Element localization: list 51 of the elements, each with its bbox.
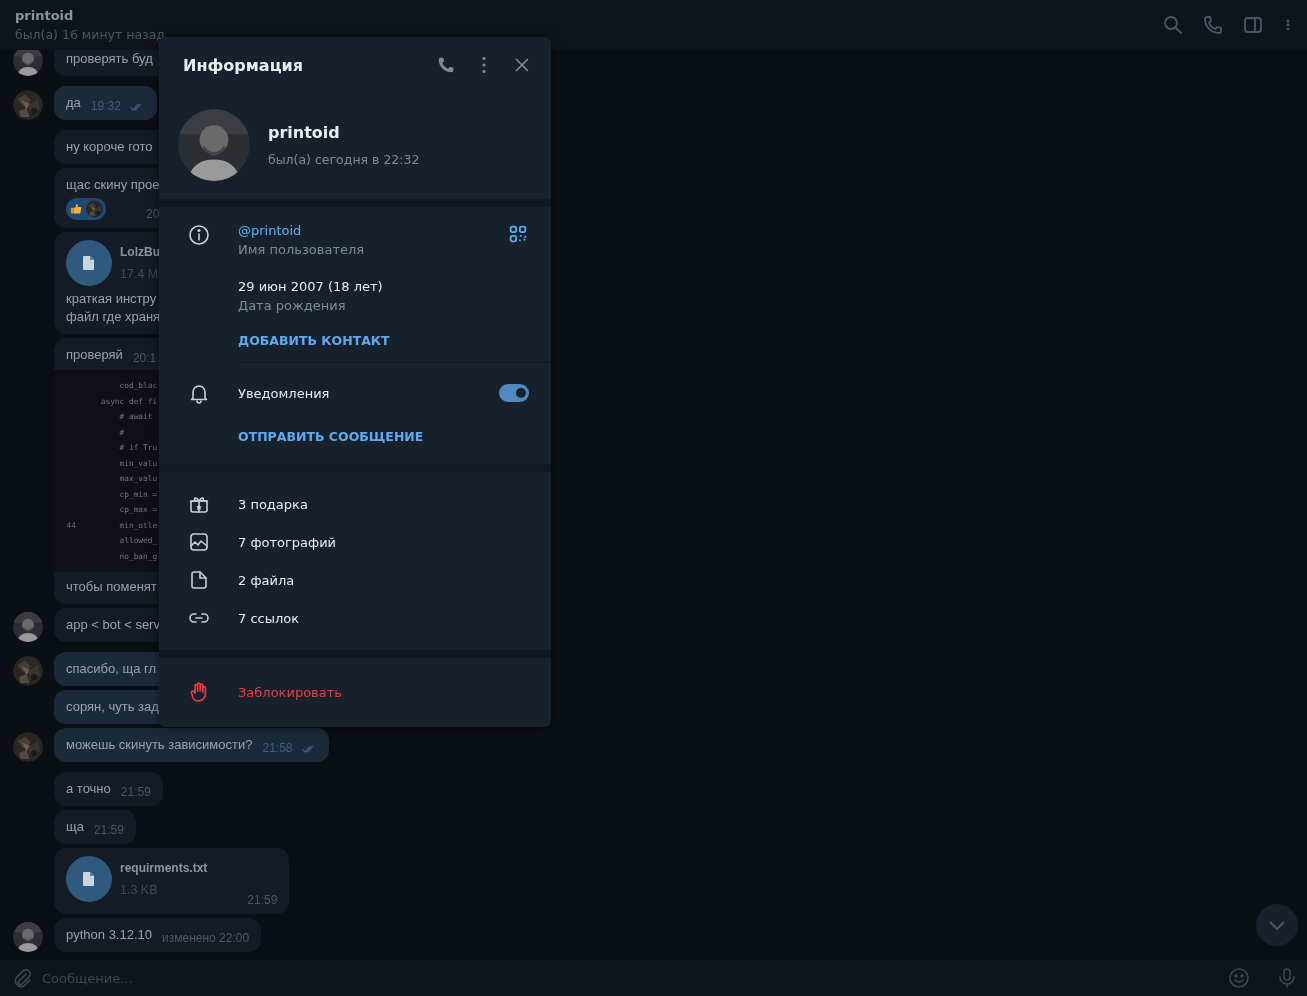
message-text: ну короче гото	[66, 138, 153, 156]
message-text: спасибо, ща гл	[66, 660, 156, 678]
panel-title: Информация	[183, 55, 304, 75]
file-name: requirments.txt	[120, 860, 208, 877]
media-row[interactable]: 7 ссылок	[159, 599, 551, 637]
message-text: а точно	[66, 780, 111, 798]
message-time: 21:58	[262, 740, 293, 757]
message-text: python 3.12.10	[66, 926, 153, 944]
search-icon[interactable]	[1161, 13, 1185, 37]
message-text: щас скину прое	[66, 176, 160, 194]
phone-icon[interactable]	[1201, 13, 1225, 37]
block-user-button[interactable]: Заблокировать	[159, 658, 551, 727]
message-time: 21:59	[120, 784, 151, 801]
message-text: сорян, чуть зад	[66, 698, 159, 716]
message-text: краткая инстру файл где храня	[66, 290, 161, 326]
message-text: проверять буд	[66, 50, 153, 68]
send-message-button[interactable]: ОТПРАВИТЬ СООБЩЕНИЕ	[238, 429, 424, 444]
message-time: 21:59	[247, 892, 278, 909]
file-name: LolzBu	[120, 244, 160, 261]
birthday-date: 29 июн 2007 (18 лет)	[238, 279, 384, 294]
message-text: можешь скинуть зависимости?	[66, 736, 253, 754]
chat-title: printoid	[15, 8, 75, 23]
last-seen-status: был(а) сегодня в 22:32	[268, 152, 420, 167]
reaction-chip[interactable]	[66, 198, 106, 220]
message-time: изменено 22:00	[162, 930, 250, 947]
profile-name: printoid	[268, 123, 341, 142]
media-row[interactable]: 2 файла	[159, 561, 551, 599]
file-download-button[interactable]	[66, 856, 112, 902]
message-text: ща	[66, 818, 84, 836]
info-icon	[187, 223, 211, 247]
message-text: чтобы поменят	[66, 578, 157, 596]
notifications-toggle[interactable]	[499, 383, 529, 402]
qr-code-icon[interactable]	[507, 223, 529, 245]
last-seen-status: был(а) 16 минут назад	[15, 27, 166, 42]
username-link[interactable]: @printoid	[238, 223, 507, 238]
message-text: да	[66, 94, 81, 112]
file-download-button[interactable]	[66, 240, 112, 286]
chevron-down-icon	[1269, 920, 1285, 930]
message-time: 19:32	[90, 98, 121, 115]
field-label: Дата рождения	[238, 298, 347, 313]
notifications-label: Уведомления	[238, 385, 331, 401]
message-text: проверяй	[66, 346, 123, 364]
message-time: 20	[146, 206, 160, 223]
message-time: 20:1	[132, 350, 157, 367]
message-time: 21:59	[93, 822, 124, 839]
field-label: Имя пользователя	[238, 242, 366, 257]
image-icon	[187, 530, 211, 554]
add-contact-button[interactable]: ДОБАВИТЬ КОНТАКТ	[238, 333, 390, 348]
message-text: app < bot < serv	[66, 616, 160, 634]
media-row[interactable]: 3 подарка	[159, 485, 551, 523]
media-row[interactable]: 7 фотографий	[159, 523, 551, 561]
